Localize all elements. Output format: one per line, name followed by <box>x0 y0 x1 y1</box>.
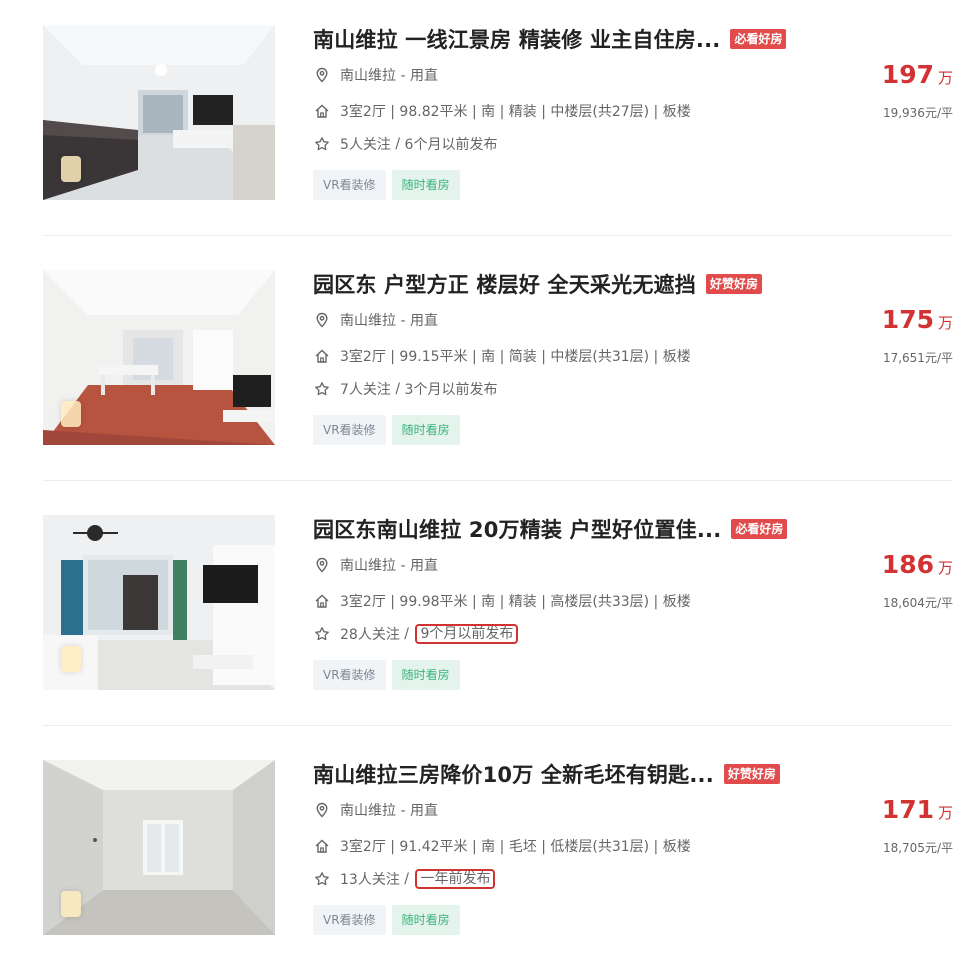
unit-price: 18,705元/平 <box>882 841 953 855</box>
separator: / <box>399 626 414 642</box>
location-text[interactable]: 南山维拉 - 用直 <box>340 310 438 330</box>
listing-chips: VR看装修 随时看房 <box>313 415 460 445</box>
anytime-viewing-chip[interactable]: 随时看房 <box>391 170 460 200</box>
listing-title[interactable]: 园区东南山维拉 20万精装 户型好位置佳... <box>313 514 721 544</box>
listing-follow: 7人关注 / 3个月以前发布 <box>313 378 497 400</box>
listing-specs: 3室2厅 | 99.15平米 | 南 | 简装 | 中楼层(共31层) | 板楼 <box>313 345 691 367</box>
listing-chips: VR看装修 随时看房 <box>313 170 460 200</box>
listing-card[interactable]: 南山维拉 一线江景房 精装修 业主自住房... 必看好房 南山维拉 - 用直 3… <box>0 0 977 245</box>
location-text[interactable]: 南山维拉 - 用直 <box>340 800 438 820</box>
listing-tag-badge: 必看好房 <box>731 519 788 539</box>
separator: / <box>399 871 414 887</box>
vr-decoration-chip[interactable]: VR看装修 <box>313 660 386 690</box>
price-value: 175 <box>881 305 934 334</box>
listing-card[interactable]: 南山维拉三房降价10万 全新毛坯有钥匙... 好赞好房 南山维拉 - 用直 3室… <box>0 735 977 980</box>
listing-specs: 3室2厅 | 91.42平米 | 南 | 毛坯 | 低楼层(共31层) | 板楼 <box>313 835 691 857</box>
follow-count: 5人关注 <box>340 137 391 153</box>
location-pin-icon <box>313 311 331 329</box>
house-icon <box>313 837 331 855</box>
listing-location: 南山维拉 - 用直 <box>313 554 438 576</box>
star-icon[interactable] <box>313 380 331 398</box>
vr-icon <box>61 891 81 917</box>
listing-location: 南山维拉 - 用直 <box>313 799 438 821</box>
location-pin-icon <box>313 66 331 84</box>
publish-time: 3个月以前发布 <box>404 382 498 398</box>
listing-tag-badge: 好赞好房 <box>723 764 780 784</box>
price-value: 186 <box>881 550 934 579</box>
price-value: 197 <box>881 60 934 89</box>
divider <box>43 480 953 481</box>
specs-text: 3室2厅 | 99.98平米 | 南 | 精装 | 高楼层(共33层) | 板楼 <box>340 594 691 610</box>
listing-location: 南山维拉 - 用直 <box>313 64 438 86</box>
location-text[interactable]: 南山维拉 - 用直 <box>340 65 438 85</box>
specs-text: 3室2厅 | 91.42平米 | 南 | 毛坯 | 低楼层(共31层) | 板楼 <box>340 839 691 855</box>
price-unit: 万 <box>937 314 953 332</box>
location-text[interactable]: 南山维拉 - 用直 <box>340 555 438 575</box>
star-icon[interactable] <box>313 870 331 888</box>
location-pin-icon <box>313 801 331 819</box>
publish-time: 6个月以前发布 <box>404 137 498 153</box>
listing-photo[interactable] <box>43 760 275 935</box>
house-icon <box>313 347 331 365</box>
anytime-viewing-chip[interactable]: 随时看房 <box>391 905 460 935</box>
listing-follow: 13人关注 / 一年前发布 <box>313 868 496 890</box>
publish-time-highlighted: 一年前发布 <box>415 869 496 889</box>
vr-icon <box>61 401 81 427</box>
price-unit: 万 <box>937 69 953 87</box>
specs-text: 3室2厅 | 98.82平米 | 南 | 精装 | 中楼层(共27层) | 板楼 <box>340 104 691 120</box>
house-icon <box>313 592 331 610</box>
specs-text: 3室2厅 | 99.15平米 | 南 | 简装 | 中楼层(共31层) | 板楼 <box>340 349 691 365</box>
anytime-viewing-chip[interactable]: 随时看房 <box>391 415 460 445</box>
total-price: 186 万 <box>882 550 953 579</box>
listing-chips: VR看装修 随时看房 <box>313 905 460 935</box>
separator: / <box>390 136 405 152</box>
listing-photo[interactable] <box>43 515 275 690</box>
listing-specs: 3室2厅 | 99.98平米 | 南 | 精装 | 高楼层(共33层) | 板楼 <box>313 590 691 612</box>
price-unit: 万 <box>937 804 953 822</box>
listing-specs: 3室2厅 | 98.82平米 | 南 | 精装 | 中楼层(共27层) | 板楼 <box>313 100 691 122</box>
unit-price: 18,604元/平 <box>882 596 953 610</box>
listing-card[interactable]: 园区东南山维拉 20万精装 户型好位置佳... 必看好房 南山维拉 - 用直 3… <box>0 490 977 735</box>
vr-decoration-chip[interactable]: VR看装修 <box>313 170 386 200</box>
listing-card[interactable]: 园区东 户型方正 楼层好 全天采光无遮挡 好赞好房 南山维拉 - 用直 3室2厅… <box>0 245 977 490</box>
vr-icon <box>61 646 81 672</box>
listing-photo[interactable] <box>43 25 275 200</box>
listing-tag-badge: 必看好房 <box>730 29 787 49</box>
listing-list: 南山维拉 一线江景房 精装修 业主自住房... 必看好房 南山维拉 - 用直 3… <box>0 0 977 965</box>
listing-follow: 5人关注 / 6个月以前发布 <box>313 133 497 155</box>
price-unit: 万 <box>937 559 953 577</box>
location-pin-icon <box>313 556 331 574</box>
follow-count: 13人关注 <box>340 872 400 888</box>
vr-decoration-chip[interactable]: VR看装修 <box>313 415 386 445</box>
separator: / <box>390 381 405 397</box>
total-price: 175 万 <box>882 305 953 334</box>
listing-location: 南山维拉 - 用直 <box>313 309 438 331</box>
unit-price: 17,651元/平 <box>882 351 953 365</box>
follow-count: 7人关注 <box>340 382 391 398</box>
unit-price: 19,936元/平 <box>882 106 953 120</box>
publish-time-highlighted: 9个月以前发布 <box>415 624 519 644</box>
total-price: 171 万 <box>882 795 953 824</box>
divider <box>43 725 953 726</box>
house-icon <box>313 102 331 120</box>
listing-photo[interactable] <box>43 270 275 445</box>
price-value: 171 <box>881 795 934 824</box>
vr-icon <box>61 156 81 182</box>
anytime-viewing-chip[interactable]: 随时看房 <box>391 660 460 690</box>
listing-follow: 28人关注 / 9个月以前发布 <box>313 623 519 645</box>
star-icon[interactable] <box>313 135 331 153</box>
listing-title[interactable]: 园区东 户型方正 楼层好 全天采光无遮挡 <box>313 269 696 299</box>
listing-title[interactable]: 南山维拉 一线江景房 精装修 业主自住房... <box>313 24 720 54</box>
total-price: 197 万 <box>882 60 953 89</box>
vr-decoration-chip[interactable]: VR看装修 <box>313 905 386 935</box>
listing-chips: VR看装修 随时看房 <box>313 660 460 690</box>
star-icon[interactable] <box>313 625 331 643</box>
follow-count: 28人关注 <box>340 627 400 643</box>
listing-tag-badge: 好赞好房 <box>705 274 762 294</box>
listing-title[interactable]: 南山维拉三房降价10万 全新毛坯有钥匙... <box>313 759 714 789</box>
divider <box>43 235 953 236</box>
